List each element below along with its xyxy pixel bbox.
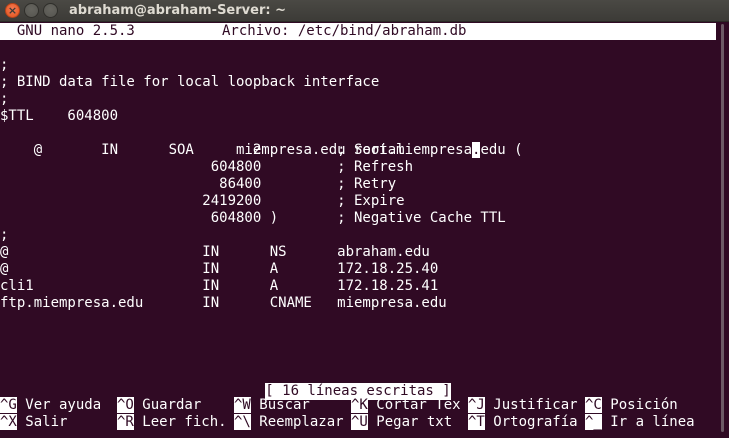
shortcut-justify[interactable]: ^J Justificar [468,397,578,414]
shortcut-key: ^J [468,397,485,413]
shortcut-help[interactable]: ^G Ver ayuda [0,397,101,414]
file-line-13: @ IN NS abraham.edu [0,244,430,260]
status-bar: [ 16 líneas escritas ] [0,380,716,400]
file-line-8: 604800 ; Refresh [0,159,414,175]
file-line-16: ftp.miempresa.edu IN CNAME miempresa.edu [0,295,447,311]
file-line-3: ; BIND data file for local loopback inte… [0,74,380,90]
file-line-11: 604800 ) ; Negative Cache TTL [0,210,506,226]
maximize-icon[interactable] [43,3,58,18]
shortcut-go-to-line[interactable]: ^_ Ir a línea [585,414,695,431]
file-line-4: ; [0,91,9,107]
window-titlebar: × abraham@abraham-Server: ~ [0,0,729,22]
file-line-14: @ IN A 172.18.25.40 [0,261,439,277]
shortcut-label: Guardar [133,397,202,413]
shortcut-key: ^T [468,414,485,430]
file-line-6: @ IN SOA miempresa.edu root.miempresa.ed… [0,125,523,158]
file-line-5: $TTL 604800 [0,108,119,124]
shortcut-key: ^X [0,414,17,430]
shortcut-cut[interactable]: ^K Cortar Tex [351,397,461,414]
shortcut-label: Ver ayuda [16,397,102,413]
file-line-12: ; [0,227,9,243]
file-line-15: cli1 IN A 172.18.25.41 [0,278,439,294]
shortcut-label: Buscar [250,397,310,413]
nano-file-label: Archivo: /etc/bind/abraham.db [222,23,467,39]
shortcut-key: ^U [351,414,368,430]
shortcut-label: Cortar Tex [367,397,461,413]
shortcut-paste[interactable]: ^U Pegar txt [351,414,452,431]
file-line-6-end: edu ( [480,142,523,158]
scrollbar-thumb[interactable] [721,24,724,432]
shortcut-label: Pegar txt [367,414,453,430]
file-line-7: 2 ; Serial [0,142,405,158]
close-icon[interactable]: × [5,3,20,18]
file-line-2: ; [0,57,9,73]
shortcut-label: Salir [16,414,68,430]
shortcut-label: Ir a línea [601,414,695,430]
shortcut-key: ^R [117,414,134,430]
nano-version: GNU nano 2.5.3 [0,23,135,39]
shortcut-exit[interactable]: ^X Salir [0,414,67,431]
shortcut-key: ^C [585,397,602,413]
shortcut-key: ^\ [234,414,251,430]
shortcut-key: ^G [0,397,17,413]
shortcut-read-file[interactable]: ^R Leer fich. [117,414,227,431]
minimize-icon[interactable] [24,3,39,18]
shortcut-spelling[interactable]: ^T Ortografía [468,414,578,431]
shortcut-save[interactable]: ^O Guardar [117,397,201,414]
shortcut-key: ^O [117,397,134,413]
shortcut-label: Ortografía [484,414,578,430]
nano-header-bar: GNU nano 2.5.3 Archivo: /etc/bind/abraha… [0,23,716,40]
window-title: abraham@abraham-Server: ~ [69,3,286,18]
file-line-10: 2419200 ; Expire [0,193,405,209]
shortcut-label: Posición [601,397,678,413]
shortcut-key: ^_ [585,414,602,430]
shortcut-key: ^K [351,397,368,413]
file-line-9: 86400 ; Retry [0,176,397,192]
terminal-scrollbar[interactable] [716,22,729,438]
shortcut-replace[interactable]: ^\ Reemplazar [234,414,344,431]
shortcut-position[interactable]: ^C Posición [585,397,678,414]
shortcut-label: Reemplazar [250,414,344,430]
shortcut-search[interactable]: ^W Buscar [234,397,310,414]
shortcut-key: ^W [234,397,251,413]
shortcut-label: Leer fich. [133,414,227,430]
shortcut-label: Justificar [484,397,578,413]
